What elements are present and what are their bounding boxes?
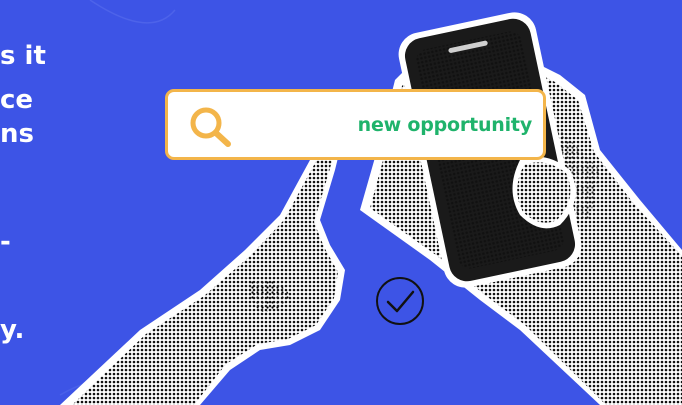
hero-banner: s it ce ns - y. new opportunity <box>0 0 682 405</box>
search-query-text: new opportunity <box>357 114 533 136</box>
pointing-hand-illustration <box>60 112 346 405</box>
search-bar[interactable]: new opportunity <box>165 89 546 160</box>
magnifier-icon <box>190 107 231 147</box>
check-circle-icon <box>376 277 424 325</box>
